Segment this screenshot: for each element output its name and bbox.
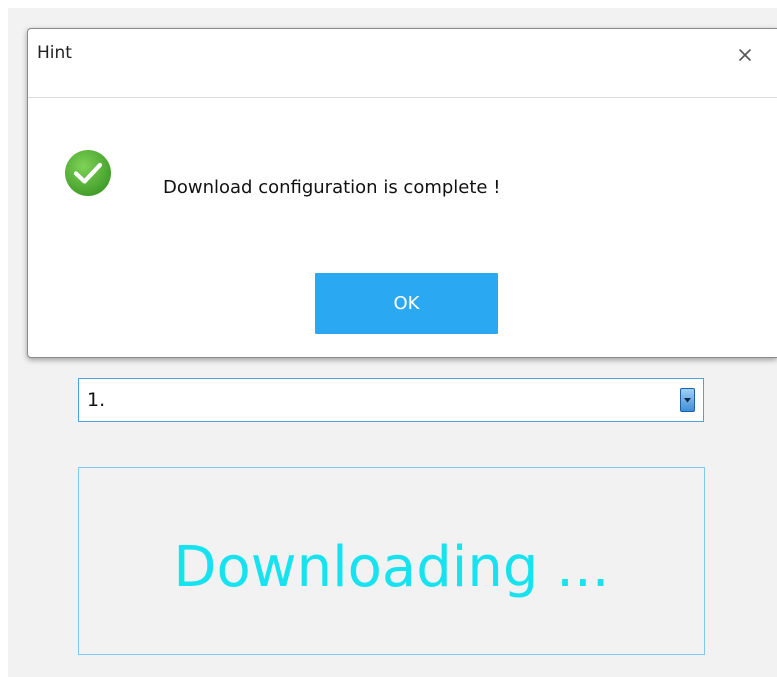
success-check-icon: [64, 149, 112, 197]
chevron-down-icon[interactable]: [680, 388, 695, 412]
window: 1. Downloading ... Hint Download configu…: [0, 0, 777, 677]
hint-dialog: Hint Download configuration is complete …: [27, 28, 777, 358]
dialog-header: Hint: [28, 29, 777, 98]
dialog-message: Download configuration is complete !: [163, 177, 501, 198]
file-select-dropdown[interactable]: 1.: [78, 378, 704, 422]
dropdown-selected-value: 1.: [87, 389, 106, 411]
ok-button[interactable]: OK: [315, 273, 498, 334]
close-icon[interactable]: [735, 45, 755, 65]
download-status-box: Downloading ...: [78, 467, 705, 655]
download-status-text: Downloading ...: [173, 535, 610, 600]
dialog-title: Hint: [37, 43, 72, 63]
